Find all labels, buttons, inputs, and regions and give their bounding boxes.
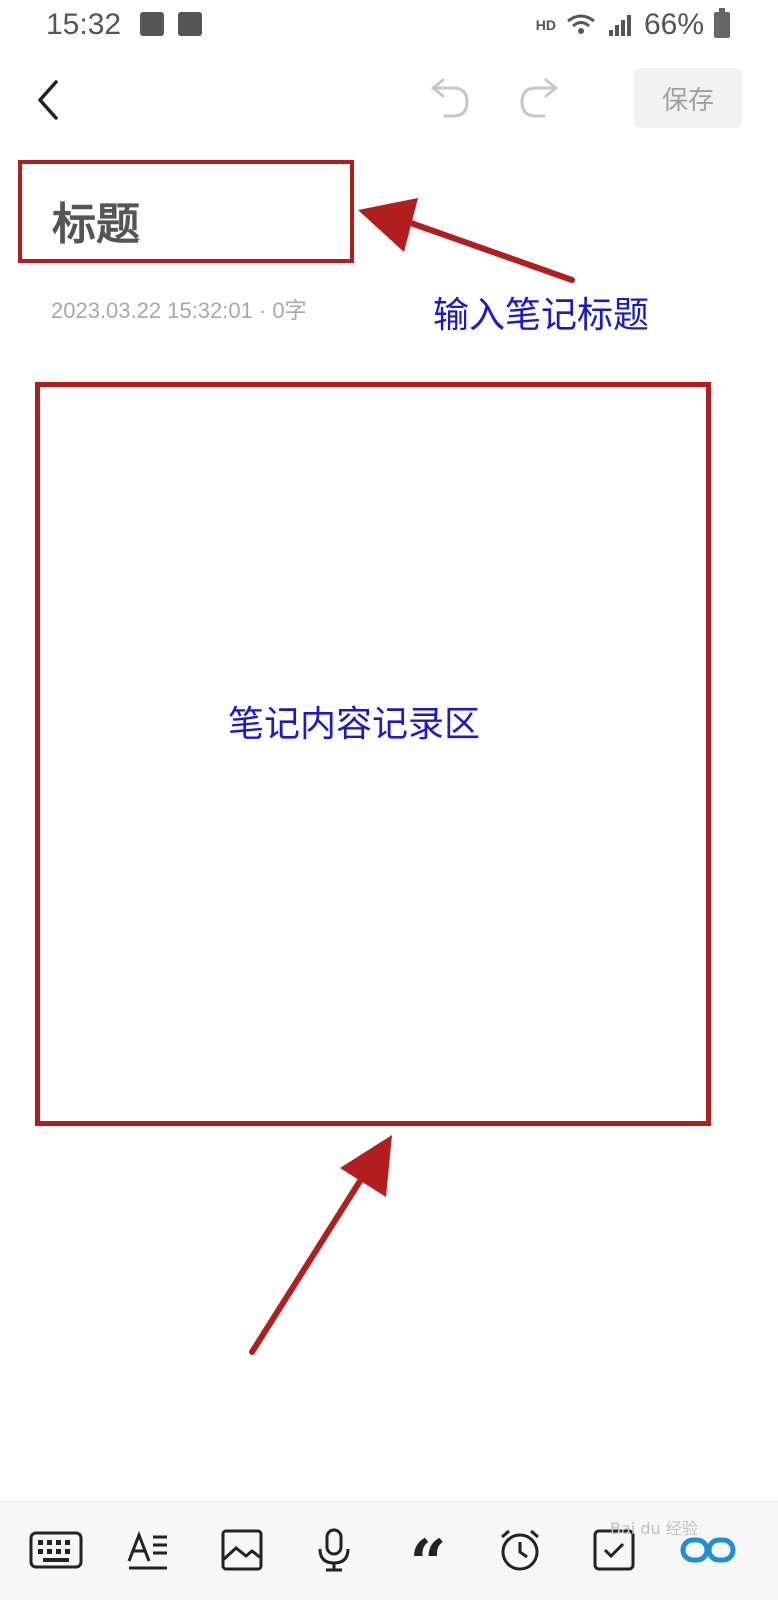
save-button[interactable]: 保存 (634, 68, 742, 128)
image-icon (140, 12, 164, 36)
undo-icon[interactable] (425, 76, 471, 122)
alarm-icon[interactable] (492, 1522, 548, 1578)
annotation-content-hint: 笔记内容记录区 (228, 704, 481, 745)
note-meta: 2023.03.22 15:32:01 · 0字 (51, 298, 307, 323)
image-icon[interactable] (214, 1522, 270, 1578)
arrow-to-content (249, 1159, 375, 1355)
battery-icon (714, 8, 730, 38)
content-area[interactable] (35, 382, 711, 1126)
arrow-to-title (405, 219, 575, 283)
arrow-head-content (340, 1135, 392, 1197)
keyboard-icon[interactable] (28, 1522, 84, 1578)
wifi-icon (567, 14, 595, 34)
back-icon[interactable] (30, 76, 70, 124)
status-notification-icons (140, 12, 202, 36)
network-label: HD (535, 17, 556, 33)
microphone-icon[interactable] (306, 1522, 362, 1578)
title-input[interactable]: 标题 (52, 188, 140, 252)
annotation-title-hint: 输入笔记标题 (433, 295, 650, 336)
redo-icon[interactable] (518, 76, 564, 122)
watermark: Bai du 经验 (610, 1519, 698, 1538)
status-right: HD 66% (536, 8, 730, 42)
check-icon (178, 12, 202, 36)
signal-4g-icon (608, 15, 631, 36)
quote-icon[interactable]: “ (400, 1522, 456, 1596)
text-format-icon[interactable] (120, 1522, 176, 1578)
battery-percent: 66% (643, 8, 704, 41)
arrow-head-title (358, 198, 418, 252)
status-time: 15:32 (46, 8, 122, 41)
